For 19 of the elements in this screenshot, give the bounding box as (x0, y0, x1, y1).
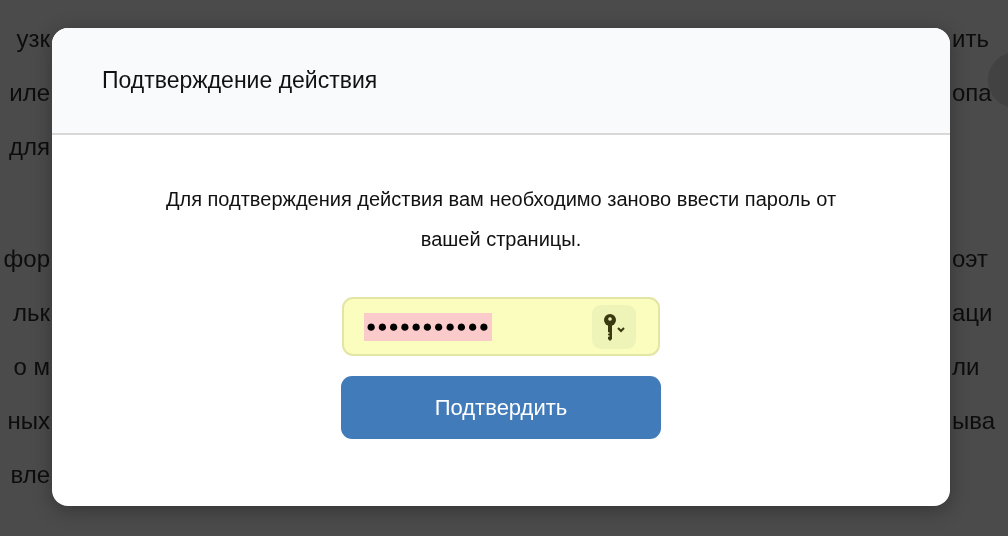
confirm-button[interactable]: Подтвердить (341, 376, 661, 439)
background-text: о м (13, 353, 50, 381)
background-text: вле (10, 461, 50, 489)
background-text: ить (952, 25, 989, 53)
key-icon[interactable] (592, 304, 636, 349)
background-text: опа (952, 79, 992, 107)
dialog-message: Для подтверждения действия вам необходимо заново ввести пароль от вашей страницы. (164, 187, 838, 252)
background-text: оэт (952, 245, 989, 273)
background-text: ыва (952, 407, 996, 435)
background-text: ных (7, 407, 50, 435)
dialog-title: Подтверждение действия (102, 67, 378, 94)
background-text: аци (952, 299, 993, 327)
background-text: для (9, 133, 50, 161)
background-text: узк (16, 25, 50, 53)
background-text: льк (13, 299, 50, 327)
background-text: иле (9, 79, 50, 107)
background-text: ли (952, 353, 980, 381)
password-field[interactable]: ●●●●●●●●●●● (342, 297, 660, 356)
background-text: фор (3, 245, 50, 273)
